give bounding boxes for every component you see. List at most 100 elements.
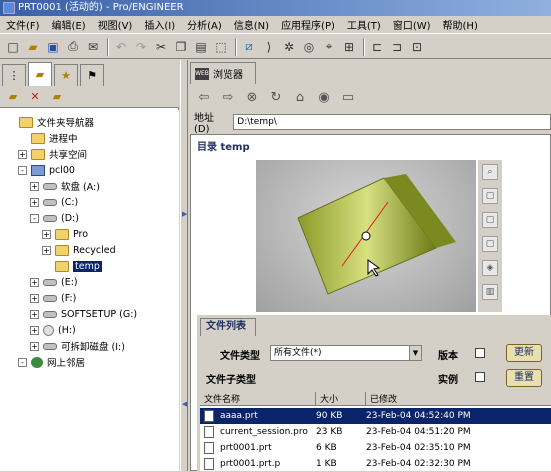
tree-item[interactable]: + 软盘 (A:) <box>30 178 100 194</box>
tree-item[interactable]: + Pro <box>42 226 88 242</box>
menu-view[interactable]: 视图(V) <box>92 17 139 32</box>
tree-item[interactable]: + (E:) <box>30 274 78 290</box>
table-row[interactable]: aaaa.prt 90 KB 23-Feb-04 04:52:40 PM <box>200 408 551 424</box>
collapse-arrow-icon[interactable]: ▶ <box>182 210 188 218</box>
table-row[interactable]: prt0001.prt.p 1 KB 23-Feb-04 02:32:30 PM <box>200 456 551 472</box>
stop-icon[interactable]: ⊗ <box>242 88 262 106</box>
select-box-icon[interactable]: ⬚ <box>212 38 230 56</box>
tree-item[interactable]: + (H:) <box>30 322 76 338</box>
tab-file-list[interactable]: 文件列表 <box>200 318 256 336</box>
new-folder-icon[interactable]: ▰ <box>4 89 22 105</box>
expand-icon[interactable]: + <box>30 181 39 191</box>
refresh-icon[interactable]: ↻ <box>266 88 286 106</box>
instance-checkbox[interactable] <box>475 372 485 382</box>
home-icon[interactable]: ⌂ <box>290 88 310 106</box>
front-view-icon[interactable]: ▢ <box>482 188 498 204</box>
tree-item[interactable]: - (D:) <box>30 210 79 226</box>
menu-edit[interactable]: 编辑(E) <box>46 17 92 32</box>
shade-icon[interactable]: ▥ <box>482 284 498 300</box>
expand-icon[interactable]: + <box>18 149 27 159</box>
tree-item[interactable]: + 共享空间 <box>18 146 87 162</box>
tree-item[interactable]: + Recycled <box>42 242 116 258</box>
axis-icon[interactable]: ⊐ <box>388 38 406 56</box>
iso-view-icon[interactable]: ◈ <box>482 260 498 276</box>
expand-icon[interactable]: + <box>30 197 39 207</box>
back-icon[interactable]: ⇦ <box>194 88 214 106</box>
address-input[interactable]: D:\temp\ <box>233 114 551 130</box>
column-header-size[interactable]: 大小 <box>316 392 366 405</box>
datum-plane-icon[interactable]: ⊏ <box>368 38 386 56</box>
tab-browser[interactable]: WEB 浏览器 <box>190 62 256 84</box>
tree-item[interactable]: 进程中 <box>18 130 78 146</box>
forward-icon[interactable]: ⇨ <box>218 88 238 106</box>
file-type-select[interactable]: 所有文件(*) ▼ <box>270 345 422 361</box>
expand-icon[interactable]: + <box>30 277 39 287</box>
update-button[interactable]: 更新 <box>506 344 542 362</box>
connections-icon[interactable]: ⚑ <box>80 64 104 86</box>
collapse-arrow-icon[interactable]: ◀ <box>182 400 188 408</box>
column-header-name[interactable]: 文件名称 <box>200 392 316 405</box>
menu-help[interactable]: 帮助(H) <box>437 17 484 32</box>
menu-file[interactable]: 文件(F) <box>0 17 46 32</box>
orient-icon[interactable]: ⌖ <box>320 38 338 56</box>
expand-icon[interactable]: + <box>30 341 39 351</box>
reset-button[interactable]: 重置 <box>506 369 542 387</box>
tree-item[interactable]: 文件夹导航器 <box>6 114 94 130</box>
side-view-icon[interactable]: ▢ <box>482 236 498 252</box>
model-preview[interactable] <box>256 160 476 312</box>
tree-item[interactable]: - pcl00 <box>18 162 75 178</box>
top-view-icon[interactable]: ▢ <box>482 212 498 228</box>
email-icon[interactable]: ✉ <box>84 38 102 56</box>
menu-applications[interactable]: 应用程序(P) <box>275 17 341 32</box>
menu-info[interactable]: 信息(N) <box>228 17 275 32</box>
tree-item[interactable]: + 可拆卸磁盘 (I:) <box>30 338 125 354</box>
tree-item[interactable]: + (F:) <box>30 290 76 306</box>
column-header-modified[interactable]: 已修改 <box>366 392 551 405</box>
spin-icon[interactable]: ✲ <box>280 38 298 56</box>
cut-icon[interactable]: ✂ <box>152 38 170 56</box>
sketch-icon[interactable]: ⧄ <box>240 38 258 56</box>
open-icon[interactable]: ▰ <box>24 38 42 56</box>
tree-item[interactable]: + SOFTSETUP (G:) <box>30 306 137 322</box>
expand-icon[interactable]: + <box>30 325 39 335</box>
version-checkbox[interactable] <box>475 348 485 358</box>
print-icon[interactable]: ⎙ <box>64 38 82 56</box>
csys-icon[interactable]: ⊡ <box>408 38 426 56</box>
table-row[interactable]: current_session.pro 23 KB 23-Feb-04 04:51:… <box>200 424 551 440</box>
delete-icon[interactable]: ✕ <box>26 89 44 105</box>
paste-icon[interactable]: ▤ <box>192 38 210 56</box>
chevron-down-icon[interactable]: ▼ <box>409 346 421 360</box>
view-icon[interactable]: ⊞ <box>340 38 358 56</box>
expand-icon[interactable]: + <box>42 229 51 239</box>
tree-item[interactable]: temp <box>42 258 102 274</box>
table-row[interactable]: prt0001.prt 6 KB 23-Feb-04 02:35:10 PM <box>200 440 551 456</box>
save-icon[interactable]: ▣ <box>44 38 62 56</box>
datum-icon[interactable]: ⟩ <box>260 38 278 56</box>
collapse-icon[interactable]: - <box>30 213 39 223</box>
expand-icon[interactable]: + <box>30 293 39 303</box>
tree-item[interactable]: + (C:) <box>30 194 78 210</box>
collapse-icon[interactable]: - <box>18 357 27 367</box>
pane-splitter[interactable]: ▶ ◀ <box>180 60 188 471</box>
folder-browser-icon[interactable]: ▰ <box>28 62 52 86</box>
undo-icon[interactable]: ↶ <box>112 38 130 56</box>
model-tree-icon[interactable]: ⋮ <box>2 64 26 86</box>
tree-item[interactable]: - 网上邻居 <box>18 354 85 370</box>
zoom-fit-icon[interactable]: ⌕ <box>482 164 498 180</box>
zoom-icon[interactable]: ◎ <box>300 38 318 56</box>
add-icon[interactable]: ▰ <box>48 89 66 105</box>
new-icon[interactable]: □ <box>4 38 22 56</box>
menu-tools[interactable]: 工具(T) <box>341 17 387 32</box>
collapse-icon[interactable]: - <box>18 165 27 175</box>
menu-window[interactable]: 窗口(W) <box>387 17 437 32</box>
redo-icon[interactable]: ↷ <box>132 38 150 56</box>
file-modified: 23-Feb-04 04:51:20 PM <box>366 427 471 437</box>
menu-insert[interactable]: 插入(I) <box>138 17 181 32</box>
print-icon[interactable]: ▭ <box>338 88 358 106</box>
menu-analysis[interactable]: 分析(A) <box>181 17 228 32</box>
expand-icon[interactable]: + <box>30 309 39 319</box>
favorites-icon[interactable]: ★ <box>54 64 78 86</box>
expand-icon[interactable]: + <box>42 245 51 255</box>
copy-icon[interactable]: ❐ <box>172 38 190 56</box>
history-icon[interactable]: ◉ <box>314 88 334 106</box>
